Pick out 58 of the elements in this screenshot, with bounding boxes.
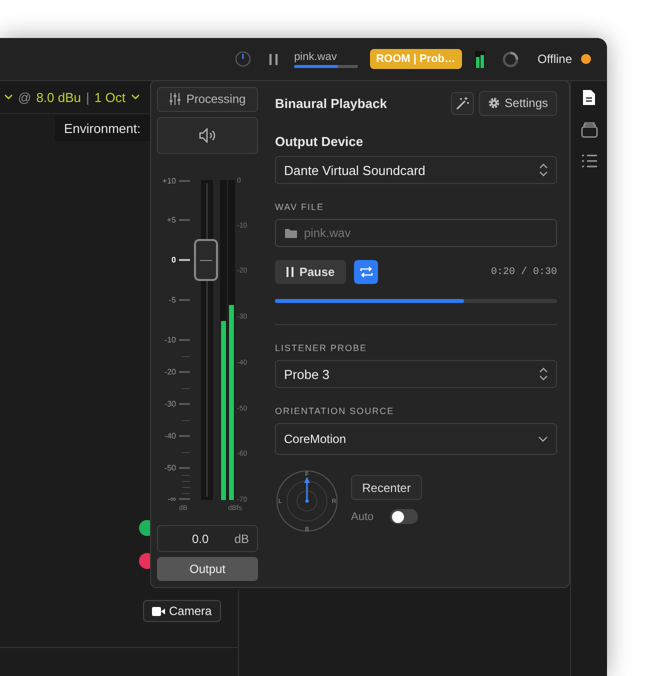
gain-field[interactable]: 0.0 dB: [157, 525, 258, 552]
section-label: LISTENER PROBE: [275, 343, 368, 353]
fader-thumb[interactable]: [194, 238, 218, 281]
section-label: WAV FILE: [275, 202, 326, 212]
scale-label: -10: [164, 335, 176, 344]
file-field[interactable]: pink.wav: [275, 219, 557, 247]
pause-icon[interactable]: [269, 54, 278, 64]
now-playing-file: pink.wav: [294, 50, 338, 62]
panel-title: Binaural Playback: [275, 96, 388, 110]
scale-label: +10: [162, 176, 176, 186]
scale-label: -∞: [168, 494, 176, 504]
level-meter-icon: [474, 50, 485, 68]
pause-button[interactable]: Pause: [275, 260, 346, 284]
chevron-down-icon: [538, 436, 548, 442]
select-field[interactable]: CoreMotion: [275, 423, 557, 455]
compass-drawing: [276, 470, 338, 532]
connection-status: Offline: [538, 52, 572, 66]
section-label: ORIENTATION SOURCE: [275, 406, 396, 416]
loop-button[interactable]: [354, 260, 378, 284]
auto-label: Auto: [351, 510, 374, 522]
stack-icon[interactable]: [580, 122, 598, 138]
repeat-icon: [360, 266, 372, 278]
scale-label: -20: [164, 367, 176, 376]
scale-label: +5: [166, 215, 176, 224]
separator: |: [86, 90, 90, 104]
pause-icon: [286, 267, 294, 277]
scale-label: -5: [168, 295, 176, 304]
magic-wand-button[interactable]: [450, 92, 474, 114]
playback-time: 0:20 / 0:30: [490, 266, 557, 278]
chevron-down-icon[interactable]: [4, 94, 13, 100]
scale-label: -40: [164, 431, 176, 440]
scale-label: 0: [172, 255, 176, 264]
output-button[interactable]: Output: [157, 557, 258, 581]
auto-toggle[interactable]: [390, 509, 418, 524]
settings-button[interactable]: Settings: [478, 90, 557, 116]
up-down-chevron-icon: [539, 367, 548, 381]
recenter-button[interactable]: Recenter: [351, 475, 422, 500]
video-camera-icon: [152, 606, 165, 616]
scale-label: -50: [164, 463, 176, 472]
up-down-chevron-icon: [539, 163, 548, 177]
magic-wand-icon: [456, 96, 469, 110]
select-field[interactable]: Probe 3: [275, 360, 557, 388]
chevron-down-icon[interactable]: [130, 94, 140, 100]
gain-reading[interactable]: 8.0 dBu: [36, 90, 82, 104]
scale-label: -30: [164, 399, 176, 408]
section-label: Output Device: [275, 134, 364, 149]
speaker-icon: [198, 128, 216, 143]
camera-button[interactable]: Camera: [143, 600, 221, 622]
at-sign: @: [18, 90, 32, 104]
processing-button[interactable]: Processing: [157, 87, 258, 112]
select-field[interactable]: Dante Virtual Soundcard: [275, 156, 557, 184]
document-icon[interactable]: [582, 89, 596, 106]
octave-band[interactable]: 1 Oct: [94, 90, 126, 104]
folder-icon: [285, 228, 297, 238]
spinner-icon: [502, 50, 519, 68]
list-icon[interactable]: [580, 154, 598, 168]
gear-icon: [488, 97, 500, 109]
sliders-icon: [169, 93, 182, 106]
